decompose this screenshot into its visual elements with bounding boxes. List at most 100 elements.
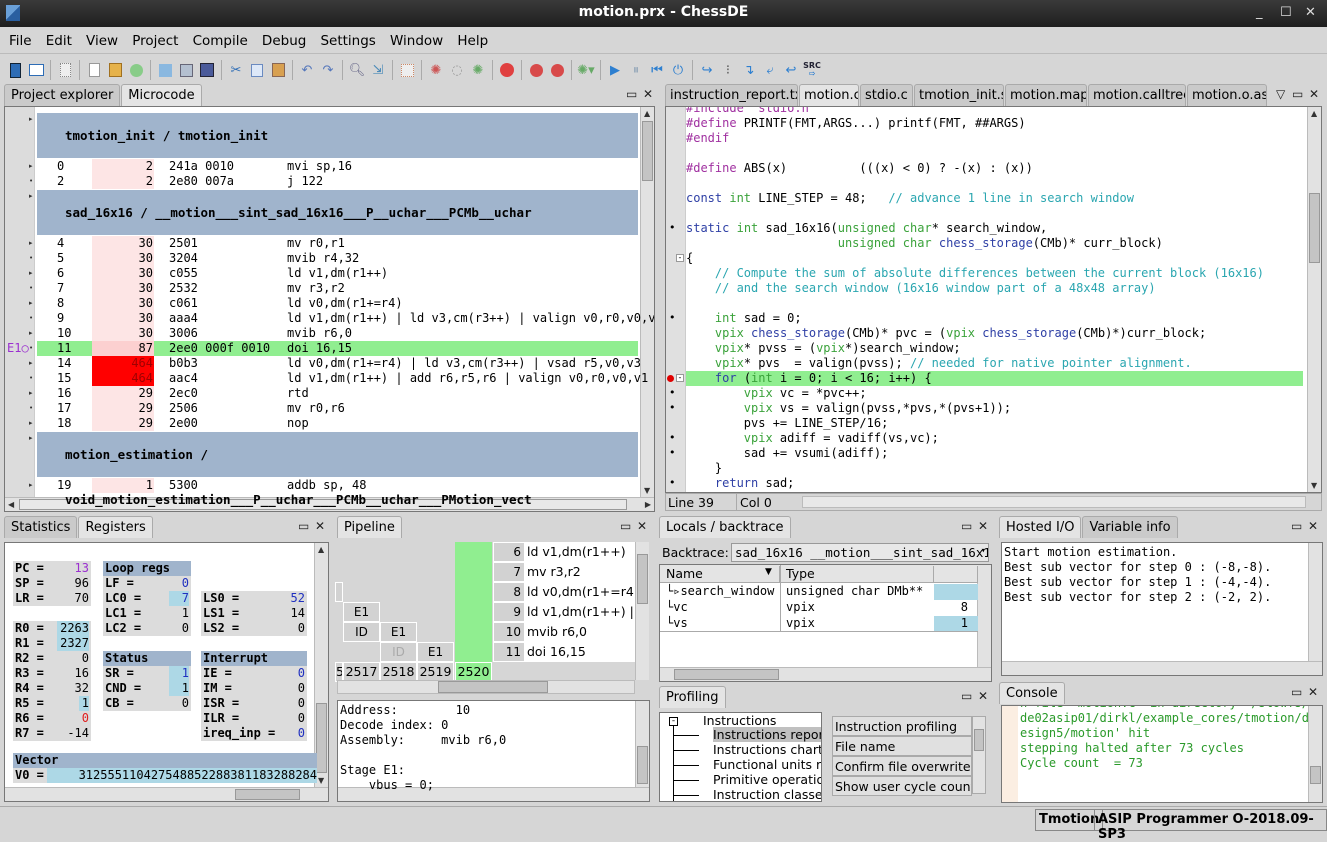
profiling-option[interactable]: Instruction profiling [832,716,972,736]
variable-value[interactable]: 1 [934,616,978,632]
tab-locals-backtrace[interactable]: Locals / backtrace [659,516,791,538]
panel-float-icon[interactable]: ▭ [298,519,309,533]
expand-arrow-icon[interactable]: ▸ [29,434,33,442]
tree-item[interactable]: Functional units r [713,757,821,772]
fold-toggle-icon[interactable]: - [676,254,684,262]
register-row[interactable]: V0 = 312555110427548852288381183288284 [13,768,317,783]
instruction-assembly[interactable]: ld v1,dm(r1++) [525,542,635,562]
register-row[interactable]: ISR = 0 [201,696,307,711]
source-step-icon[interactable]: SRC ⇨ [802,60,822,80]
instruction-assembly[interactable]: ld v0,dm(r1+=r4) [525,582,635,602]
code-line[interactable] [686,206,1303,221]
register-row[interactable]: LF = 0 [103,576,191,591]
panel-float-icon[interactable]: ▭ [961,689,972,703]
register-value[interactable]: 13 [75,561,89,576]
code-line[interactable]: vpix adiff = vadiff(vs,vc); [686,431,1303,446]
panel-float-icon[interactable]: ▭ [1292,87,1303,101]
menu-edit[interactable]: Edit [41,28,77,49]
code-line[interactable]: vpix* pvs = valign(pvss); // needed for … [686,356,1303,371]
register-row[interactable]: IE = 0 [201,666,307,681]
tab-instruction-report-txt[interactable]: instruction_report.txt [665,84,798,106]
microcode-row[interactable]: 9 30 aaa4 ld v1,dm(r1++) | ld v3,cm(r3++) |… [37,311,654,326]
apply-icon[interactable] [126,60,146,80]
microcode-vertical-scrollbar[interactable]: ▲ ▼ [640,107,654,497]
locals-row[interactable]: └▹search_window unsigned char DMb** [660,584,978,600]
register-row[interactable]: R4 = 32 [13,681,91,696]
register-value[interactable]: 16 [75,666,89,681]
column-header[interactable] [934,566,978,582]
register-value[interactable]: 0 [182,696,189,711]
code-line[interactable]: return sad; [686,476,1303,491]
panel-close-icon[interactable]: ✕ [315,519,325,533]
panel-close-icon[interactable]: ✕ [637,519,647,533]
microcode-row[interactable]: 5 30 3204 mvib r4,32 [37,251,638,266]
registers-horizontal-scrollbar[interactable] [5,787,328,801]
project-icon[interactable] [5,60,25,80]
register-value[interactable]: 312555110427548852288381183288284 [47,768,317,783]
minimize-button[interactable]: _ [1256,5,1263,20]
tab-console[interactable]: Console [999,682,1065,704]
panel-float-icon[interactable]: ▭ [961,519,972,533]
register-value[interactable]: 0 [298,696,305,711]
register-value[interactable]: 32 [75,681,89,696]
link-icon[interactable]: ✺ [468,60,488,80]
register-value[interactable]: 1 [168,681,189,696]
code-line[interactable]: #endif [686,131,1303,146]
panel-close-icon[interactable]: ✕ [1308,519,1318,533]
panel-float-icon[interactable]: ▭ [620,519,631,533]
clock-icon[interactable]: ◌ [447,60,467,80]
register-value[interactable]: -14 [67,726,89,741]
pipeline-stage-cell[interactable]: ID [380,642,417,662]
tab-list-dropdown-icon[interactable]: ▽ [1276,87,1285,101]
register-row[interactable]: R3 = 16 [13,666,91,681]
paste-icon[interactable] [268,60,288,80]
microcode-row[interactable]: 16 29 2ec0 rtd [37,386,638,401]
replace-icon[interactable]: ⇲ [368,60,388,80]
tab-pipeline[interactable]: Pipeline [337,516,402,538]
code-line[interactable]: } [686,461,1303,476]
instruction-assembly[interactable]: ld v1,dm(r1++) | [525,602,635,622]
register-value[interactable]: 70 [75,591,89,606]
tab-tmotion-init-s[interactable]: tmotion_init.s [914,84,1004,106]
panel-close-icon[interactable]: ✕ [978,519,988,533]
step-out-icon[interactable]: ⤶ [760,60,780,80]
panel-float-icon[interactable]: ▭ [626,87,637,101]
console-vertical-scrollbar[interactable] [1308,706,1322,802]
tab-profiling[interactable]: Profiling [659,686,726,708]
register-value[interactable]: 1 [182,606,189,621]
code-line[interactable]: pvs += LINE_STEP/16; [686,416,1303,431]
panel-close-icon[interactable]: ✕ [643,87,653,101]
register-row[interactable]: R5 = 1 [13,696,91,711]
profiling-scrollbar[interactable] [972,716,986,794]
reset-icon[interactable]: ⏮ [647,60,667,80]
profiling-option[interactable]: File name [832,736,972,756]
instruction-assembly[interactable]: doi 16,15 [525,642,635,662]
register-row[interactable]: R2 = 0 [13,651,91,666]
step-instruction-icon[interactable]: ↴ [739,60,759,80]
register-row[interactable]: LC2 = 0 [103,621,191,636]
microcode-row[interactable]: 18 29 2e00 nop [37,416,638,431]
register-value[interactable]: 96 [75,576,89,591]
tree-item[interactable]: Instructions chart [713,742,821,757]
register-value[interactable]: 2263 [57,621,89,636]
code-line[interactable]: #define PRINTF(FMT,ARGS...) printf(FMT, … [686,116,1303,131]
register-row[interactable]: ireq_inp = 0 [201,726,307,741]
code-line[interactable]: sad += vsumi(adiff); [686,446,1303,461]
tab-motion-c[interactable]: motion.c [799,84,859,106]
register-value[interactable]: 0 [298,666,305,681]
register-value[interactable]: 0 [82,711,89,726]
panel-close-icon[interactable]: ✕ [978,689,988,703]
code-line[interactable] [686,146,1303,161]
microcode-row[interactable]: 6 30 c055 ld v1,dm(r1++) [37,266,638,281]
menu-file[interactable]: File [4,28,37,49]
locals-row[interactable]: └vc vpix 8 [660,600,978,616]
run-icon[interactable]: ▶ [605,60,625,80]
code-editor[interactable]: ▲ ▼ #include "stdio.h" #define PRINTF(FMT… [665,106,1322,493]
code-line[interactable]: // and the search window (16x16 window p… [686,281,1303,296]
code-line[interactable]: #include "stdio.h" [686,107,1303,116]
menu-debug[interactable]: Debug [257,28,311,49]
register-value[interactable]: 1 [78,696,89,711]
microcode-row[interactable]: 0 2 241a 0010 mvi sp,16 [37,159,638,174]
register-row[interactable]: R6 = 0 [13,711,91,726]
instruction-assembly[interactable]: mvib r6,0 [525,622,635,642]
